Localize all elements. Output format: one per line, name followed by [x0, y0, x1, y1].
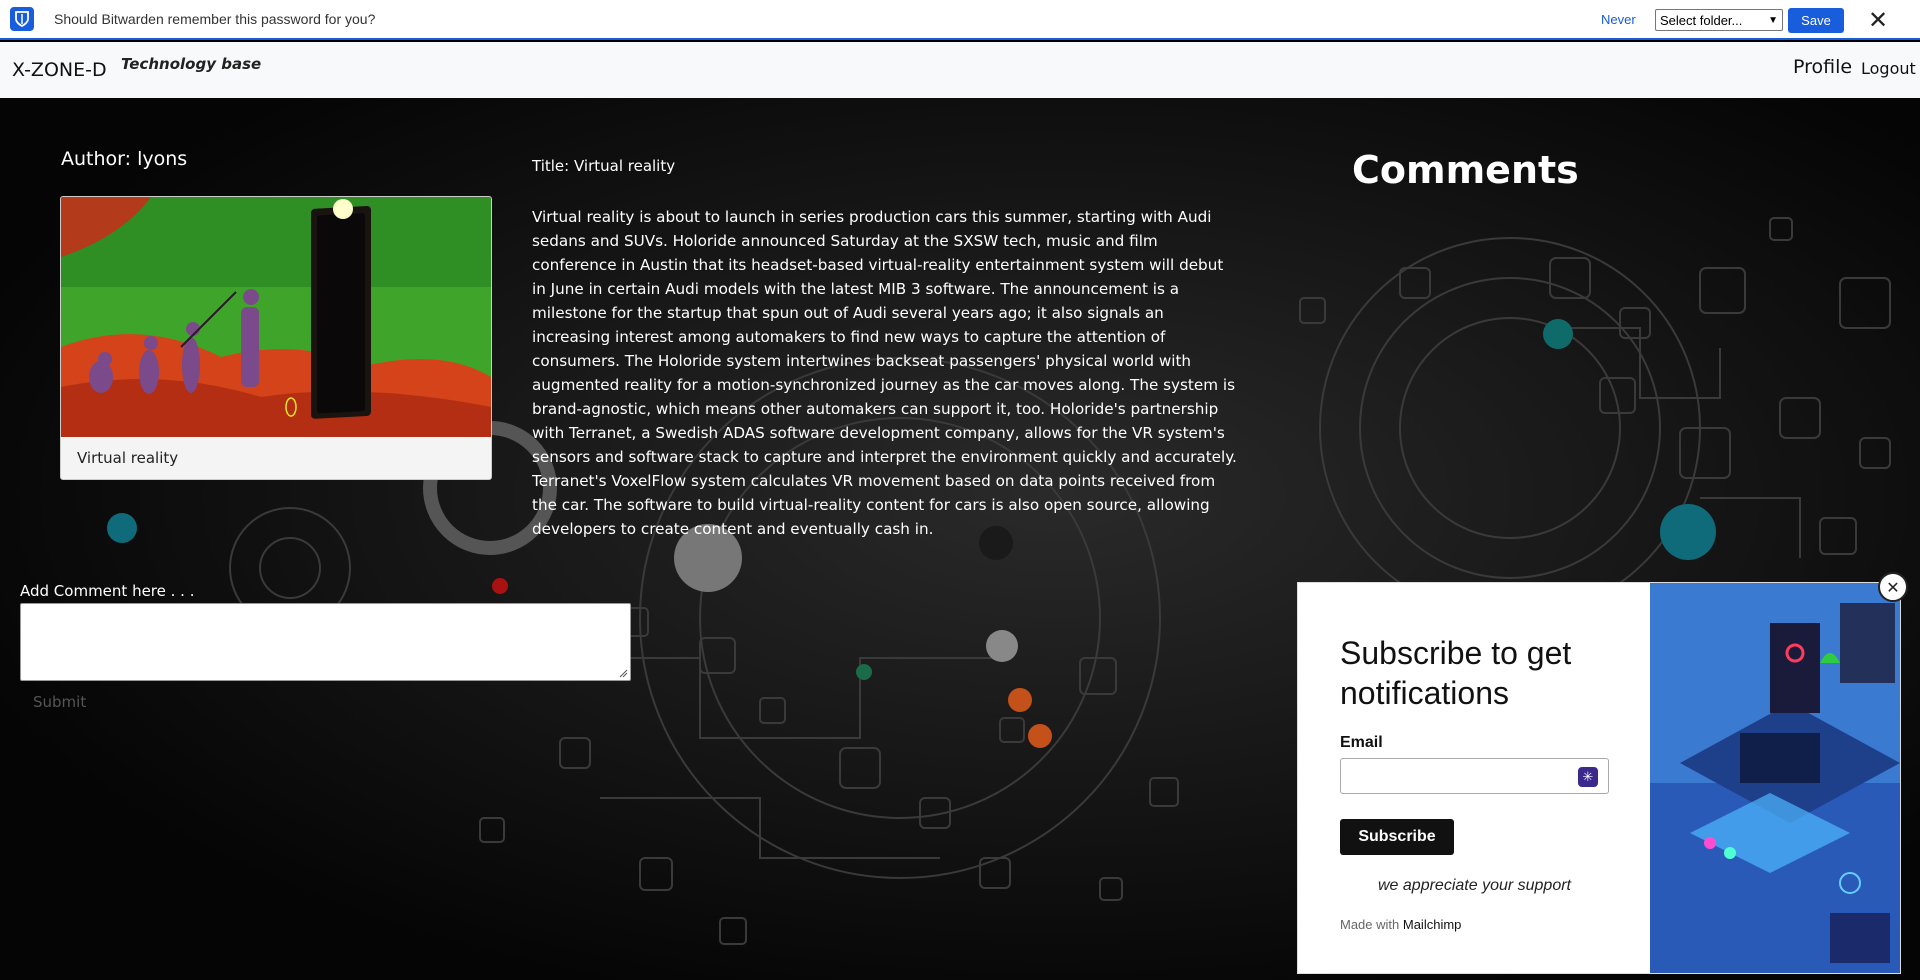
- subscribe-button[interactable]: Subscribe: [1340, 819, 1454, 855]
- card-caption: Virtual reality: [77, 449, 179, 467]
- never-link[interactable]: Never: [1601, 12, 1636, 27]
- article-title: Title: Virtual reality: [532, 157, 676, 175]
- made-with-text: Made with Mailchimp: [1340, 917, 1461, 932]
- bitwarden-shield-icon: [10, 7, 34, 31]
- subscribe-popup: Subscribe to get notifications Email ✳ S…: [1297, 582, 1901, 974]
- autofill-extension-icon[interactable]: ✳: [1578, 767, 1598, 787]
- close-icon[interactable]: ✕: [1866, 6, 1890, 34]
- site-navbar: X-ZONE-D Technology base Profile Logout: [0, 42, 1920, 98]
- article-body: Virtual reality is about to launch in se…: [532, 208, 1237, 538]
- chevron-down-icon: ▼: [1768, 14, 1778, 26]
- appreciate-text: we appreciate your support: [1378, 877, 1571, 894]
- submit-button[interactable]: Submit: [33, 693, 86, 711]
- bitwarden-message: Should Bitwarden remember this password …: [54, 11, 376, 27]
- bitwarden-notification-bar: Should Bitwarden remember this password …: [0, 0, 1920, 40]
- isometric-tech-image: [1650, 583, 1900, 973]
- evolution-monolith-image: [61, 197, 491, 437]
- logout-link[interactable]: Logout: [1861, 59, 1916, 78]
- popup-close-icon[interactable]: ✕: [1878, 572, 1908, 602]
- tagline: Technology base: [121, 55, 262, 73]
- made-with-label: Made with: [1340, 917, 1400, 932]
- comment-textarea[interactable]: [20, 603, 631, 681]
- comments-heading: Comments: [1352, 148, 1579, 192]
- article-card[interactable]: Virtual reality: [60, 196, 492, 480]
- popup-heading: Subscribe to get notifications: [1340, 635, 1572, 711]
- resize-handle-icon[interactable]: [618, 668, 628, 678]
- folder-select[interactable]: Select folder... ▼: [1655, 9, 1783, 31]
- author-name: Author: lyons: [61, 148, 188, 170]
- mailchimp-link[interactable]: Mailchimp: [1403, 917, 1462, 932]
- save-button[interactable]: Save: [1788, 8, 1844, 33]
- brand-link[interactable]: X-ZONE-D: [12, 59, 107, 81]
- profile-link[interactable]: Profile: [1793, 56, 1852, 78]
- add-comment-label: Add Comment here . . .: [20, 582, 195, 600]
- folder-select-value: Select folder...: [1660, 12, 1743, 28]
- email-field[interactable]: ✳: [1340, 758, 1609, 794]
- email-label: Email: [1340, 734, 1383, 751]
